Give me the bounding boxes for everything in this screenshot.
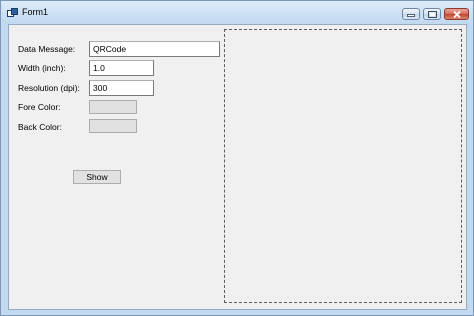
- show-button[interactable]: Show: [73, 170, 121, 184]
- qrcode-preview-box: [224, 29, 462, 303]
- maximize-icon: [427, 10, 437, 18]
- fore-color-swatch[interactable]: [89, 100, 137, 114]
- form-window-icon: [7, 8, 18, 17]
- window-title: Form1: [22, 7, 49, 17]
- form-client-area: Data Message: Width (inch): Resolution (…: [8, 24, 467, 310]
- width-label: Width (inch):: [18, 63, 66, 73]
- data-message-label: Data Message:: [18, 44, 76, 54]
- minimize-button[interactable]: [402, 8, 420, 20]
- fore-color-label: Fore Color:: [18, 102, 61, 112]
- form1-window: Form1 Data Message: Width (inch): Resolu…: [0, 0, 474, 316]
- title-bar[interactable]: Form1: [1, 1, 473, 24]
- maximize-button[interactable]: [423, 8, 441, 20]
- back-color-swatch[interactable]: [89, 119, 137, 133]
- resolution-input[interactable]: [89, 80, 154, 96]
- close-icon: [452, 10, 461, 18]
- resolution-label: Resolution (dpi):: [18, 83, 80, 93]
- data-message-input[interactable]: [89, 41, 220, 57]
- close-button[interactable]: [444, 8, 469, 20]
- back-color-label: Back Color:: [18, 122, 62, 132]
- minimize-icon: [407, 14, 415, 17]
- width-input[interactable]: [89, 60, 154, 76]
